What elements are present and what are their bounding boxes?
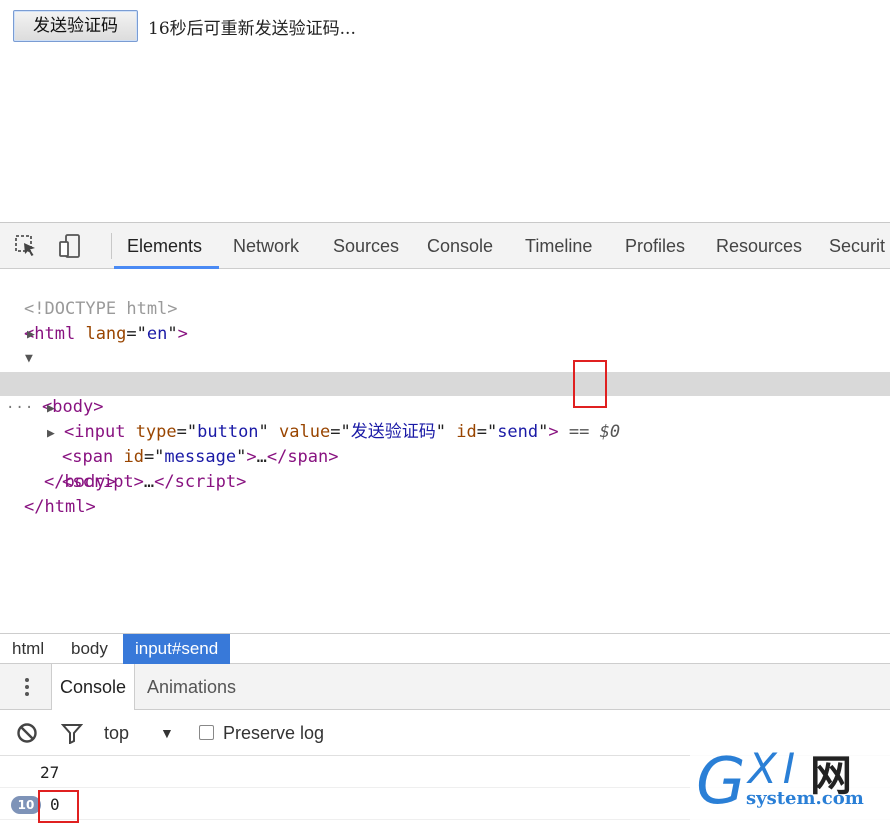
dom-node-body[interactable]: ▼ <body>	[0, 347, 890, 417]
watermark-logo-xi: XI	[748, 744, 802, 793]
send-code-button[interactable]: 发送验证码	[13, 10, 138, 42]
watermark-site: system.com	[746, 788, 864, 809]
dom-node-input-selected[interactable]: ··· <input type="button" value="发送验证码" i…	[0, 372, 890, 442]
tab-security[interactable]: Securit	[829, 223, 885, 269]
collapse-triangle-icon[interactable]: ▼	[25, 347, 33, 371]
context-selector[interactable]: top	[104, 710, 129, 756]
drawer-tab-console[interactable]: Console	[51, 664, 136, 711]
filter-icon[interactable]	[61, 722, 83, 744]
breadcrumb-input-send[interactable]: input#send	[123, 634, 231, 664]
dom-node-html[interactable]: <html lang="en">	[0, 298, 890, 344]
site-watermark: G XI 网 system.com	[690, 740, 890, 831]
device-mode-icon[interactable]	[58, 234, 82, 258]
breadcrumb-html[interactable]: html	[0, 634, 56, 664]
dom-node-html-close[interactable]: </html>	[0, 471, 890, 517]
clear-console-icon[interactable]	[16, 722, 38, 744]
dom-node-script[interactable]: ▶ <script>…</script>	[0, 422, 890, 492]
expand-triangle-icon[interactable]: ▶	[47, 422, 55, 446]
countdown-message: 16秒后可重新发送验证码...	[148, 19, 356, 39]
dom-node-doctype[interactable]: <!DOCTYPE html>	[0, 273, 890, 319]
dom-node-body-close[interactable]: </body>	[0, 446, 890, 492]
tab-elements[interactable]: Elements	[127, 223, 202, 269]
watermark-logo-g: G	[696, 745, 746, 819]
preserve-log-checkbox[interactable]	[199, 725, 214, 740]
tab-console[interactable]: Console	[427, 223, 493, 269]
preserve-log-label: Preserve log	[223, 723, 325, 743]
dom-tree: <!DOCTYPE html> <html lang="en"> ▶ <head…	[0, 271, 890, 631]
active-tab-indicator	[114, 266, 219, 269]
expand-triangle-icon[interactable]: ▶	[27, 323, 35, 347]
tab-timeline[interactable]: Timeline	[525, 223, 592, 269]
dom-node-span[interactable]: ▶ <span id="message">…</span>	[0, 397, 890, 467]
breadcrumb-body[interactable]: body	[59, 634, 120, 664]
drawer-tabbar: Console Animations	[0, 664, 890, 711]
repeat-count-badge: 10	[11, 796, 41, 814]
devtools-toolbar: Elements Network Sources Console Timelin…	[0, 223, 890, 269]
expand-triangle-icon[interactable]: ▶	[47, 397, 55, 421]
context-dropdown-icon[interactable]: ▼	[160, 710, 174, 756]
tab-network[interactable]: Network	[233, 223, 299, 269]
highlight-box-input-end	[573, 360, 607, 408]
tab-profiles[interactable]: Profiles	[625, 223, 685, 269]
inspect-element-icon[interactable]	[14, 234, 38, 258]
drawer-tab-animations[interactable]: Animations	[139, 664, 244, 710]
tab-sources[interactable]: Sources	[333, 223, 399, 269]
tab-resources[interactable]: Resources	[716, 223, 802, 269]
page-preview: 发送验证码 16秒后可重新发送验证码...	[0, 0, 890, 222]
highlight-box-console-zero	[38, 790, 79, 823]
dom-node-head[interactable]: ▶ <head>…</head>	[0, 323, 890, 393]
toolbar-separator	[111, 233, 112, 259]
more-options-icon[interactable]	[18, 676, 36, 698]
breadcrumb: html body input#send	[0, 633, 890, 664]
